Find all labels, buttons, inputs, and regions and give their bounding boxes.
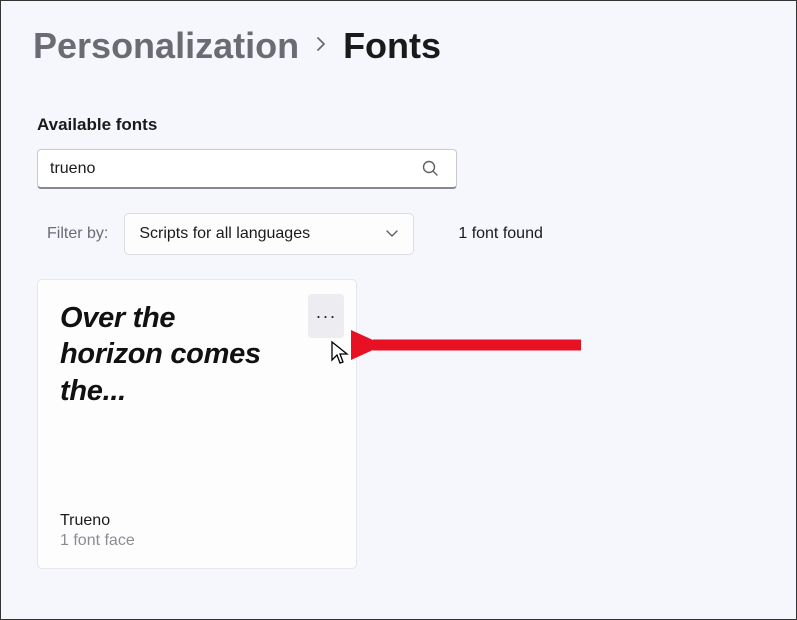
breadcrumb: Personalization Fonts xyxy=(1,1,796,75)
font-faces-count: 1 font face xyxy=(60,532,334,550)
filter-dropdown[interactable]: Scripts for all languages xyxy=(124,213,414,255)
search-box[interactable] xyxy=(37,149,457,189)
chevron-down-icon xyxy=(385,225,399,243)
breadcrumb-parent[interactable]: Personalization xyxy=(33,25,299,67)
search-input[interactable] xyxy=(50,160,416,178)
more-icon: ··· xyxy=(316,306,337,327)
more-options-button[interactable]: ··· xyxy=(308,294,344,338)
fonts-found-count: 1 font found xyxy=(458,225,543,243)
font-card[interactable]: Over the horizon comes the... ··· Trueno… xyxy=(37,279,357,569)
chevron-right-icon xyxy=(315,32,327,60)
filter-selected: Scripts for all languages xyxy=(139,225,310,243)
cursor-icon xyxy=(330,340,350,366)
search-icon[interactable] xyxy=(416,160,444,177)
available-fonts-label: Available fonts xyxy=(1,75,796,143)
breadcrumb-current: Fonts xyxy=(343,25,441,67)
filter-row: Filter by: Scripts for all languages 1 f… xyxy=(1,189,796,255)
font-preview-text: Over the horizon comes the... xyxy=(60,300,270,409)
filter-label: Filter by: xyxy=(47,225,108,243)
font-name: Trueno xyxy=(60,512,334,530)
